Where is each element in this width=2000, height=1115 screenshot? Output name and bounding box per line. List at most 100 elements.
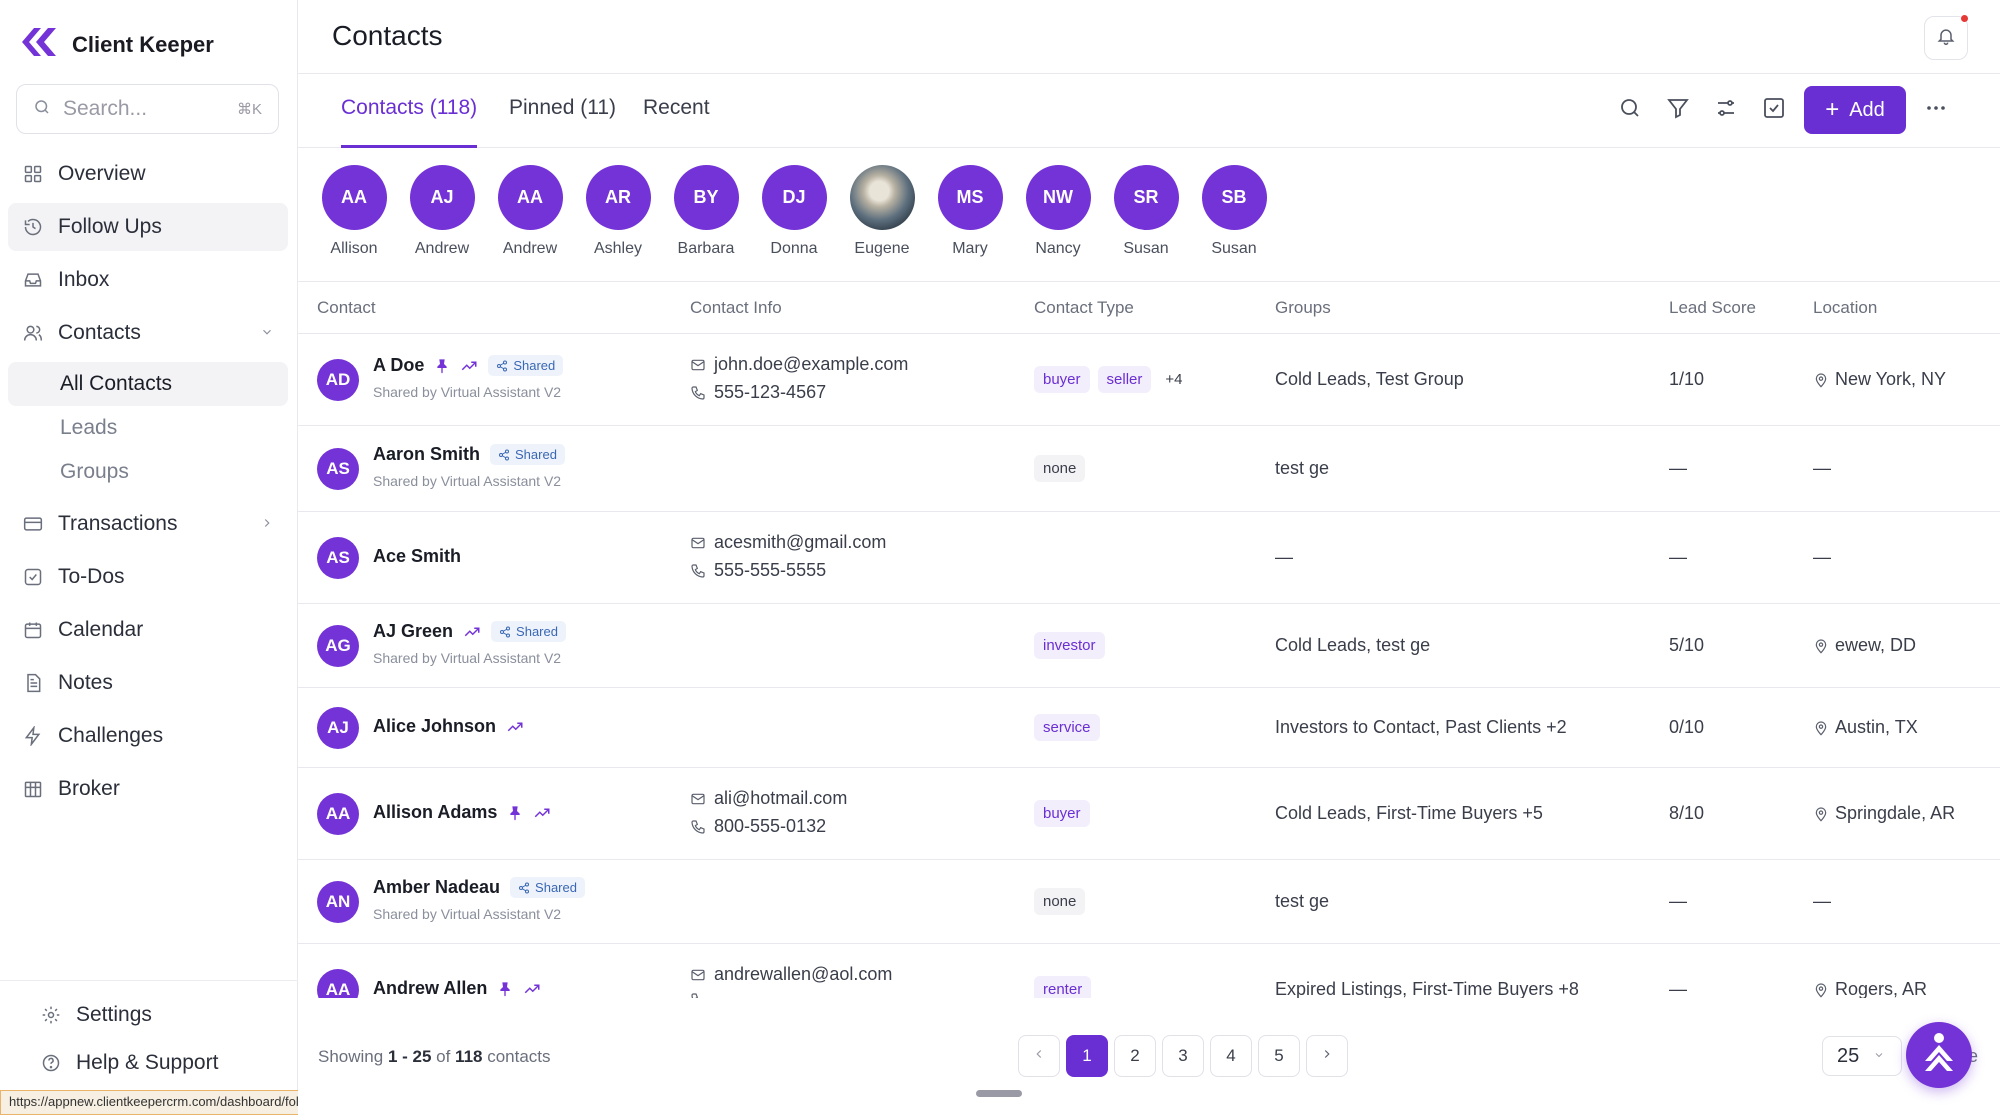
contact-phone[interactable]: 555-555-5555 <box>690 560 826 581</box>
sidebar-item-notes[interactable]: Notes <box>8 659 288 707</box>
sidebar-item-contacts[interactable]: Contacts <box>8 309 288 357</box>
plus-icon: + <box>1825 96 1840 123</box>
pinned-contact[interactable]: BY Barbara <box>666 165 746 258</box>
contact-type-pill: buyer <box>1034 366 1090 393</box>
table-row[interactable]: AA Allison Adams ali@hotmail.com 800-555-01… <box>298 768 2000 860</box>
table-row[interactable]: AA Andrew Allen andrewallen@aol.com renter E… <box>298 944 2000 998</box>
share-icon <box>498 449 510 461</box>
filter-button[interactable] <box>1654 86 1702 134</box>
select-button[interactable] <box>1750 86 1798 134</box>
contact-name[interactable]: Allison Adams <box>373 802 497 823</box>
page-button-2[interactable]: 2 <box>1114 1035 1156 1077</box>
contact-name-group: Alice Johnson <box>373 716 524 737</box>
column-header-groups[interactable]: Groups <box>1275 298 1331 318</box>
checkbox-icon <box>22 566 44 588</box>
location-text: — <box>1813 547 1831 567</box>
table-row[interactable]: AD A Doe Shared Shared by Virtual Assistant… <box>298 334 2000 426</box>
avatar: DJ <box>761 165 827 230</box>
email-text: ali@hotmail.com <box>714 788 848 808</box>
pinned-contact[interactable]: MS Mary <box>930 165 1010 258</box>
resize-handle[interactable] <box>976 1090 1022 1097</box>
trending-up-icon <box>463 623 481 641</box>
notifications-button[interactable] <box>1924 15 1968 60</box>
page-button-5[interactable]: 5 <box>1258 1035 1300 1077</box>
prev-page-button[interactable] <box>1018 1035 1060 1077</box>
contact-name[interactable]: Andrew Allen <box>373 978 487 998</box>
contact-phone[interactable]: 800-555-0132 <box>690 816 826 837</box>
sidebar-item-calendar[interactable]: Calendar <box>8 606 288 654</box>
pin-icon <box>434 358 450 374</box>
more-options-button[interactable] <box>1912 86 1960 134</box>
pinned-contact[interactable]: AR Ashley <box>578 165 658 258</box>
column-header-contact-type[interactable]: Contact Type <box>1034 298 1134 318</box>
pinned-contact-name: Susan <box>1211 240 1257 257</box>
assistant-button[interactable] <box>1906 1022 1972 1088</box>
sidebar-subitem-all-contacts[interactable]: All Contacts <box>8 362 288 406</box>
contact-name[interactable]: Alice Johnson <box>373 716 496 737</box>
table-row[interactable]: AG AJ Green Shared Shared by Virtual Assist… <box>298 604 2000 688</box>
sidebar-item-help[interactable]: Help & Support <box>0 1039 298 1087</box>
sidebar-item-todos[interactable]: To-Dos <box>8 553 288 601</box>
column-header-contact[interactable]: Contact <box>317 298 376 318</box>
sidebar-item-follow-ups[interactable]: Follow Ups <box>8 203 288 251</box>
contact-name[interactable]: Aaron Smith <box>373 444 480 465</box>
page-button-1[interactable]: 1 <box>1066 1035 1108 1077</box>
search-button[interactable] <box>1606 86 1654 134</box>
summary-of: of <box>431 1047 456 1066</box>
contact-email[interactable]: john.doe@example.com <box>690 354 908 375</box>
column-header-contact-info[interactable]: Contact Info <box>690 298 782 318</box>
sidebar-subitem-groups[interactable]: Groups <box>8 450 288 494</box>
tab-recent[interactable]: Recent <box>643 96 710 148</box>
add-button[interactable]: + Add <box>1804 86 1906 134</box>
table-row[interactable]: AS Aaron Smith Shared Shared by Virtual Ass… <box>298 426 2000 512</box>
pinned-contact[interactable]: Eugene <box>842 165 922 258</box>
table-row[interactable]: AN Amber Nadeau Shared Shared by Virtual As… <box>298 860 2000 944</box>
contact-email[interactable]: acesmith@gmail.com <box>690 532 886 553</box>
sidebar-item-inbox[interactable]: Inbox <box>8 256 288 304</box>
pinned-contact[interactable]: SB Susan <box>1194 165 1274 258</box>
search-input[interactable]: Search... ⌘K <box>16 84 279 134</box>
contact-email[interactable]: andrewallen@aol.com <box>690 964 892 985</box>
table-row[interactable]: AS Ace Smith acesmith@gmail.com 555-555-555… <box>298 512 2000 604</box>
sliders-button[interactable] <box>1702 86 1750 134</box>
avatar: AR <box>585 165 651 230</box>
pinned-contact-name: Donna <box>770 240 818 257</box>
sidebar-item-overview[interactable]: Overview <box>8 150 288 198</box>
sidebar-item-broker[interactable]: Broker <box>8 765 288 813</box>
tab-contacts[interactable]: Contacts (118) <box>341 96 478 148</box>
pinned-contact[interactable]: SR Susan <box>1106 165 1186 258</box>
sidebar: Client Keeper Search... ⌘K Overview Foll… <box>0 0 298 1115</box>
share-icon <box>496 360 508 372</box>
column-header-location[interactable]: Location <box>1813 298 1877 318</box>
phone-icon <box>690 563 706 579</box>
pinned-contact[interactable]: AJ Andrew <box>402 165 482 258</box>
contact-email[interactable]: ali@hotmail.com <box>690 788 847 809</box>
tab-pinned[interactable]: Pinned (11) <box>509 96 616 148</box>
contact-name[interactable]: Amber Nadeau <box>373 877 500 898</box>
pinned-contact[interactable]: NW Nancy <box>1018 165 1098 258</box>
pinned-contact[interactable]: DJ Donna <box>754 165 834 258</box>
next-page-button[interactable] <box>1306 1035 1348 1077</box>
sidebar-item-settings[interactable]: Settings <box>0 991 298 1039</box>
more-types-count[interactable]: +4 <box>1159 366 1188 393</box>
app-logo[interactable]: Client Keeper <box>20 26 214 63</box>
column-header-lead-score[interactable]: Lead Score <box>1669 298 1756 318</box>
shared-by-text: Shared by Virtual Assistant V2 <box>373 473 562 489</box>
sidebar-item-challenges[interactable]: Challenges <box>8 712 288 760</box>
search-icon <box>33 98 51 121</box>
page-button-3[interactable]: 3 <box>1162 1035 1204 1077</box>
contact-name[interactable]: AJ Green <box>373 621 453 642</box>
pinned-contact[interactable]: AA Andrew <box>490 165 570 258</box>
per-page-select[interactable]: 25 <box>1822 1036 1902 1076</box>
table-row[interactable]: AJ Alice Johnson service Investors to Conta… <box>298 688 2000 768</box>
pinned-contact[interactable]: AA Allison <box>314 165 394 258</box>
contact-name[interactable]: Ace Smith <box>373 546 461 567</box>
search-shortcut: ⌘K <box>236 101 262 118</box>
sidebar-subitem-leads[interactable]: Leads <box>8 406 288 450</box>
contact-name[interactable]: A Doe <box>373 355 424 376</box>
contact-phone[interactable]: 555-123-4567 <box>690 382 826 403</box>
more-horizontal-icon <box>1924 96 1948 125</box>
avatar: AD <box>317 359 359 401</box>
sidebar-item-transactions[interactable]: Transactions <box>8 500 288 548</box>
page-button-4[interactable]: 4 <box>1210 1035 1252 1077</box>
